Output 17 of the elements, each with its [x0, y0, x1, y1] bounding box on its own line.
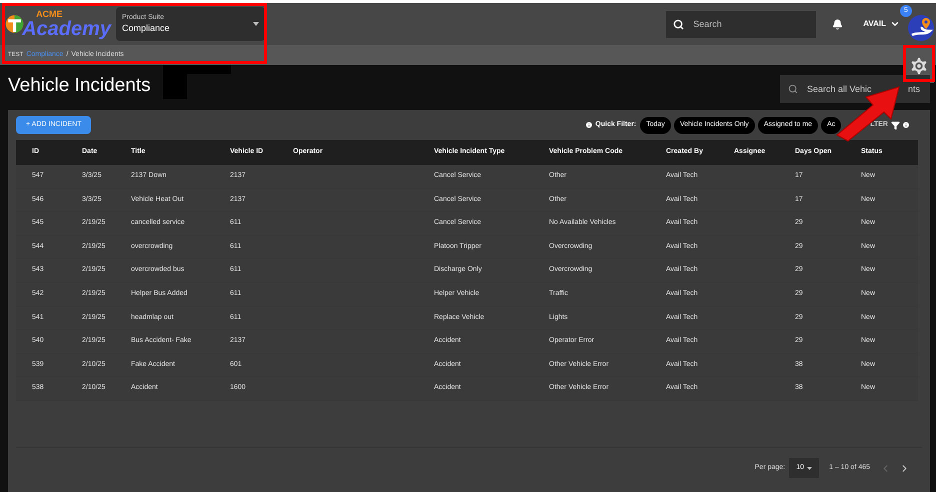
info-icon	[585, 121, 594, 129]
caret-icon	[807, 466, 812, 470]
logo-text: Academy	[22, 18, 111, 38]
caret-icon	[253, 22, 259, 26]
search-field[interactable]: Search	[666, 10, 816, 38]
user-menu[interactable]: AVAIL	[863, 18, 900, 30]
filter-icon[interactable]	[891, 120, 900, 130]
chevron-down-icon	[890, 19, 900, 29]
highlight-frame	[903, 45, 935, 82]
search-icon	[788, 84, 798, 94]
search-icon	[673, 18, 684, 30]
info-icon	[902, 121, 910, 129]
placeholder-text: nts	[908, 83, 920, 96]
logo-text: ACME	[36, 10, 64, 18]
notification-bell-icon[interactable]	[832, 18, 844, 30]
page-title: Vehicle Incidents	[8, 74, 151, 98]
avatar-logo-icon[interactable]	[908, 15, 934, 41]
